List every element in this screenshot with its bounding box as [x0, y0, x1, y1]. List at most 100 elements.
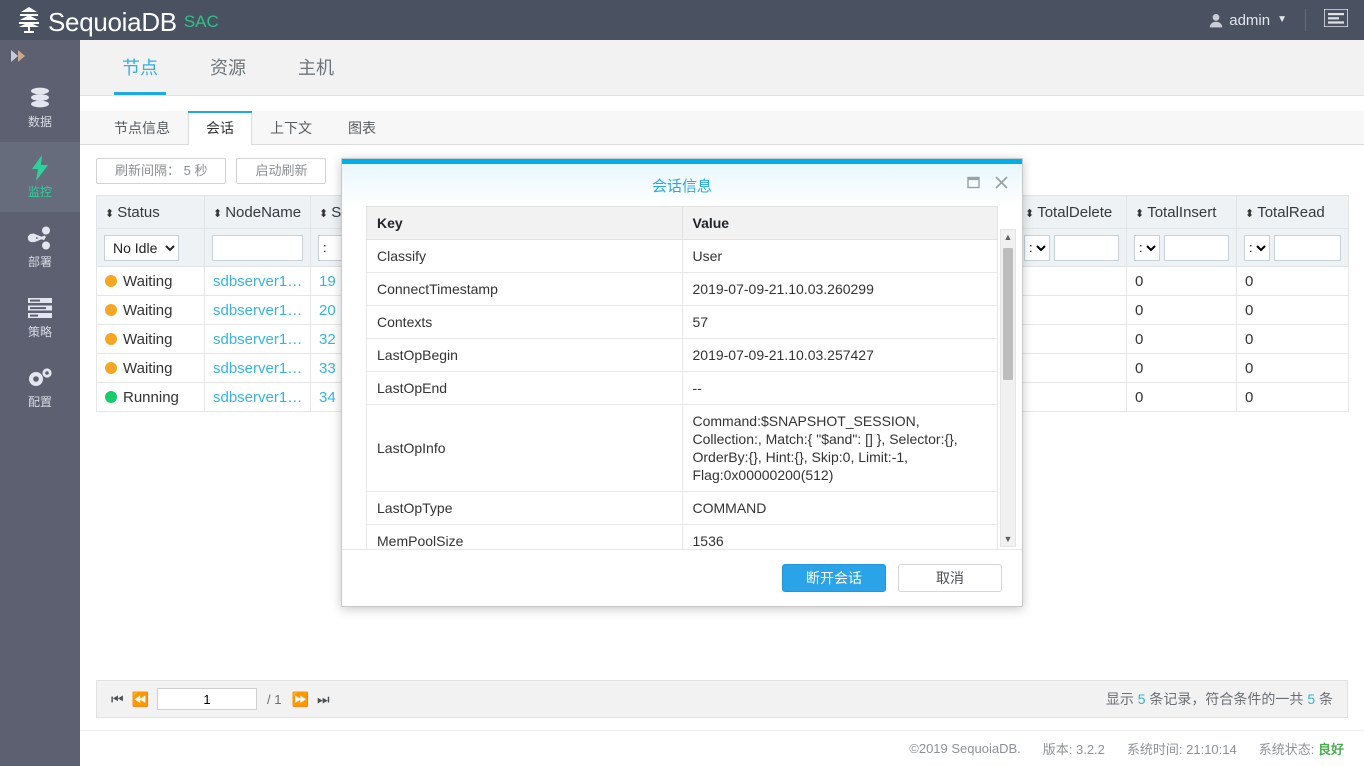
- totalread-filter-input[interactable]: [1274, 234, 1341, 261]
- last-page-icon[interactable]: ⏭: [317, 691, 330, 708]
- status-dot-icon: [105, 274, 117, 287]
- sidebar-item-config[interactable]: 配置: [0, 352, 80, 422]
- chevron-down-icon: ▼: [1277, 14, 1287, 25]
- subtab-label: 图表: [348, 120, 376, 136]
- status-filter-select[interactable]: No Idle: [104, 234, 179, 261]
- kv-row: MemPoolSize 1536: [366, 524, 998, 549]
- filter-totaldelete-cell: :: [1016, 228, 1127, 267]
- kv-header-value: Value: [681, 206, 998, 240]
- sidebar-expand-icon[interactable]: [0, 40, 80, 72]
- dialog-window-controls: [967, 175, 1009, 195]
- col-totalinsert[interactable]: ⬍ TotalInsert: [1126, 195, 1237, 229]
- sort-icon: ⬍: [213, 207, 222, 220]
- cell-totalread: 0: [1236, 353, 1349, 383]
- sidebar-item-policy[interactable]: 策略: [0, 282, 80, 352]
- record-summary: 显示 5 条记录，符合条件的一共 5 条: [1106, 689, 1333, 709]
- col-nodename[interactable]: ⬍ NodeName: [204, 195, 311, 229]
- sidebar-item-deploy[interactable]: 部署: [0, 212, 80, 282]
- tab-label: 主机: [298, 58, 334, 78]
- page-number-input[interactable]: [157, 688, 258, 710]
- hamburger-icon[interactable]: [1323, 7, 1349, 32]
- tab-hosts[interactable]: 主机: [272, 41, 360, 95]
- brand-name: SequoiaDB: [48, 7, 177, 37]
- subtab-contexts[interactable]: 上下文: [252, 111, 330, 144]
- next-page-icon[interactable]: ⏩: [292, 691, 309, 708]
- sidebar-item-monitor[interactable]: 监控: [0, 142, 80, 212]
- col-totalread[interactable]: ⬍ TotalRead: [1236, 195, 1349, 229]
- start-refresh-button[interactable]: 启动刷新: [236, 158, 327, 184]
- scroll-down-icon[interactable]: ▼: [1001, 532, 1015, 546]
- dialog-scroll-area: Key Value Classify User ConnectTimestamp 20…: [366, 206, 998, 549]
- cancel-button[interactable]: 取消: [898, 564, 1002, 592]
- tab-resources[interactable]: 资源: [184, 41, 272, 95]
- sidebar-item-data[interactable]: 数据: [0, 72, 80, 142]
- disconnect-session-button[interactable]: 断开会话: [782, 564, 886, 592]
- kv-value: Command:$SNAPSHOT_SESSION, Collection:, …: [681, 404, 998, 492]
- subtab-label: 上下文: [270, 120, 312, 136]
- scroll-up-icon[interactable]: ▲: [1001, 230, 1015, 244]
- summary-suffix: 条: [1315, 691, 1333, 707]
- brand[interactable]: SequoiaDB SAC: [0, 4, 219, 36]
- kv-header-row: Key Value: [366, 206, 998, 240]
- cell-status: Waiting: [96, 295, 205, 325]
- col-status[interactable]: ⬍ Status: [96, 195, 205, 229]
- refresh-interval-button[interactable]: 刷新间隔： 5 秒: [96, 158, 227, 184]
- kv-value: 57: [681, 305, 998, 339]
- pagination-bar: ⏮ ⏪ / 1 ⏩ ⏭ 显示 5 条记录，符合条件的一共 5 条: [96, 680, 1348, 718]
- dialog-header[interactable]: 会话信息: [342, 164, 1022, 206]
- subtab-charts[interactable]: 图表: [330, 111, 394, 144]
- totaldelete-filter-input[interactable]: [1054, 234, 1119, 261]
- sort-icon: ⬍: [1025, 207, 1034, 220]
- kv-row: LastOpType COMMAND: [366, 491, 998, 525]
- kv-value: 1536: [681, 524, 998, 549]
- kv-value: COMMAND: [681, 491, 998, 525]
- user-name: admin: [1229, 11, 1271, 29]
- cell-nodename[interactable]: sdbserver1…: [204, 324, 311, 354]
- user-avatar-icon: [1209, 13, 1223, 28]
- footer-system-status: 系统状态: 良好: [1259, 739, 1344, 758]
- dialog-footer: 断开会话 取消: [342, 549, 1022, 606]
- tab-label: 节点: [122, 58, 158, 78]
- cell-nodename[interactable]: sdbserver1…: [204, 353, 311, 383]
- totalread-filter-op[interactable]: :: [1244, 234, 1270, 261]
- cell-nodename[interactable]: sdbserver1…: [204, 266, 311, 296]
- list-bars-icon: [27, 295, 53, 321]
- tab-nodes[interactable]: 节点: [96, 41, 184, 95]
- dialog-title: 会话信息: [651, 177, 712, 195]
- totalinsert-filter-input[interactable]: [1164, 234, 1229, 261]
- cell-status: Waiting: [96, 266, 205, 296]
- sub-tab-bar: 节点信息 会话 上下文 图表: [80, 111, 1364, 145]
- close-icon[interactable]: [994, 175, 1009, 195]
- kv-key: LastOpBegin: [366, 338, 683, 372]
- col-label: S: [331, 203, 342, 221]
- subtab-sessions[interactable]: 会话: [188, 111, 252, 145]
- dialog-scrollbar[interactable]: ▲ ▼: [1000, 229, 1016, 547]
- cell-totalread: 0: [1236, 382, 1349, 412]
- summary-prefix: 显示: [1105, 691, 1138, 707]
- sidebar-item-label: 配置: [27, 395, 52, 409]
- totalinsert-filter-op[interactable]: :: [1134, 234, 1160, 261]
- col-label: TotalRead: [1257, 203, 1325, 221]
- nodename-filter-input[interactable]: [212, 234, 303, 261]
- kv-value: 2019-07-09-21.10.03.257427: [681, 338, 998, 372]
- subtab-node-info[interactable]: 节点信息: [96, 111, 188, 144]
- kv-row: LastOpInfo Command:$SNAPSHOT_SESSION, Col…: [366, 404, 998, 492]
- footer-system-time: 系统时间: 21:10:14: [1126, 742, 1237, 757]
- lightning-icon: [30, 155, 50, 181]
- kv-row: Contexts 57: [366, 305, 998, 339]
- first-page-icon[interactable]: ⏮: [111, 691, 124, 708]
- cell-totalinsert: 0: [1126, 353, 1237, 383]
- scrollbar-thumb[interactable]: [1003, 248, 1013, 380]
- prev-page-icon[interactable]: ⏪: [132, 691, 149, 708]
- cell-totalread: 0: [1236, 266, 1349, 296]
- user-menu[interactable]: admin ▼: [1209, 12, 1287, 29]
- cell-nodename[interactable]: sdbserver1…: [204, 382, 311, 412]
- cell-nodename[interactable]: sdbserver1…: [204, 295, 311, 325]
- restore-window-icon[interactable]: [967, 176, 980, 194]
- col-label: TotalInsert: [1147, 203, 1217, 221]
- subtab-label: 会话: [206, 120, 234, 136]
- totaldelete-filter-op[interactable]: :: [1024, 234, 1050, 261]
- col-totaldelete[interactable]: ⬍ TotalDelete: [1016, 195, 1127, 229]
- topbar-right-group: admin ▼: [1209, 7, 1364, 32]
- cell-totaldelete: [1016, 266, 1127, 296]
